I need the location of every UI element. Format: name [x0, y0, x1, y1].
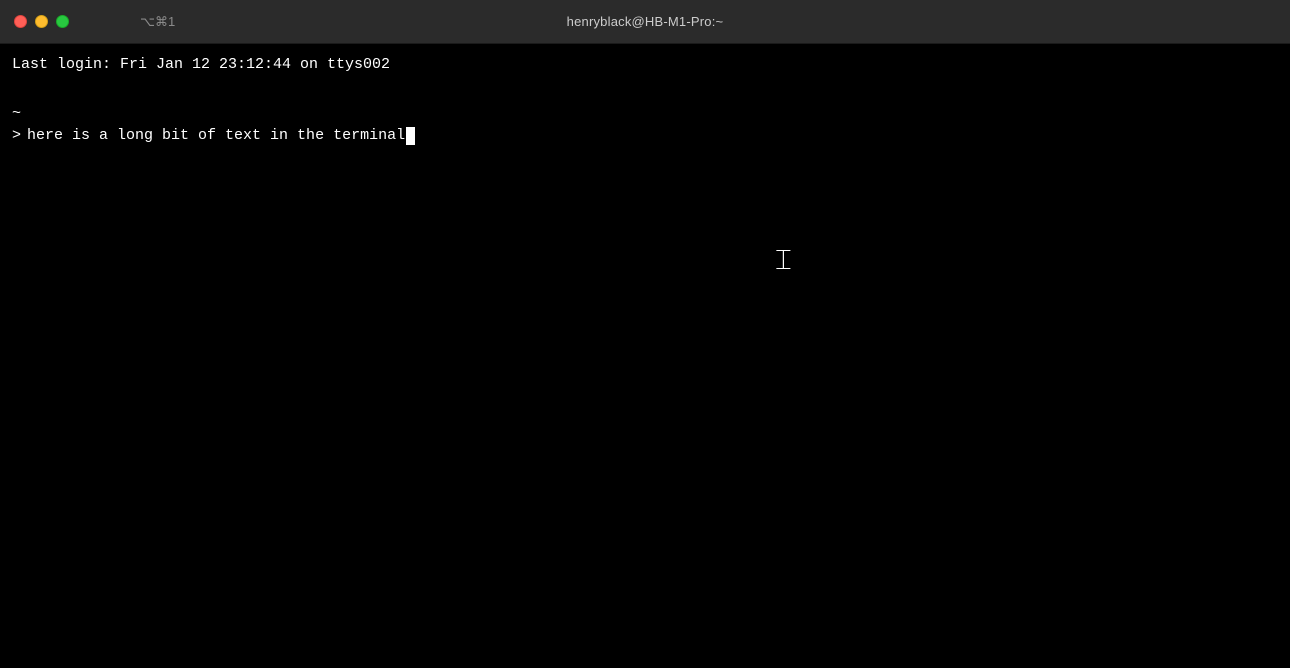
- titlebar: ⌥⌘1 henryblack@HB-M1-Pro:~: [0, 0, 1290, 44]
- window-title: henryblack@HB-M1-Pro:~: [567, 14, 724, 29]
- maximize-button[interactable]: [56, 15, 69, 28]
- login-line: Last login: Fri Jan 12 23:12:44 on ttys0…: [12, 54, 1278, 77]
- minimize-button[interactable]: [35, 15, 48, 28]
- traffic-lights: [14, 15, 69, 28]
- command-text: here is a long bit of text in the termin…: [27, 125, 405, 148]
- close-button[interactable]: [14, 15, 27, 28]
- terminal-body[interactable]: Last login: Fri Jan 12 23:12:44 on ttys0…: [0, 44, 1290, 668]
- text-cursor-icon: ⌶: [775, 239, 792, 281]
- command-line[interactable]: > here is a long bit of text in the term…: [12, 125, 1278, 148]
- tilde-line: ~: [12, 103, 1278, 126]
- prompt-symbol: >: [12, 125, 21, 148]
- shortcut-label: ⌥⌘1: [140, 14, 175, 30]
- blank-line: [12, 81, 1278, 103]
- cursor: [406, 127, 415, 145]
